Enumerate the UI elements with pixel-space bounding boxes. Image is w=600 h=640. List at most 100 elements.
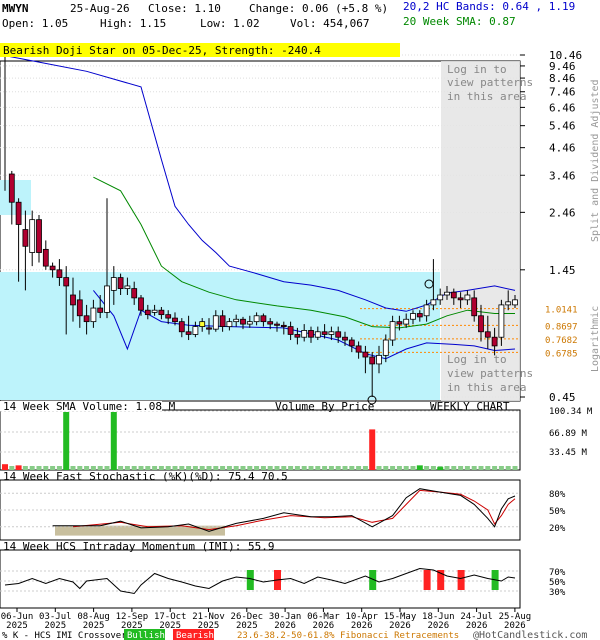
candle-body [498, 304, 505, 338]
candle-body [212, 315, 219, 330]
candle-body [29, 219, 36, 253]
volume-bar [383, 466, 389, 470]
volume-bar [349, 466, 355, 470]
volume-bar [342, 466, 348, 470]
volume-tick-label: 100.34 M [549, 407, 593, 417]
candle-body [314, 331, 321, 338]
imi-tick-label: 70% [549, 568, 566, 578]
stoch-tick-label: 20% [549, 524, 566, 534]
volume-spike [110, 412, 117, 470]
date-tick-year: 2026 [351, 621, 373, 631]
candle-body [348, 339, 355, 347]
volume-tick-label: 66.89 M [549, 429, 588, 439]
candle-body [376, 354, 382, 365]
volume-bar [498, 466, 504, 470]
candle-body [178, 321, 185, 333]
date-tick-year: 2026 [274, 621, 296, 631]
date-axis: 06-Jun202503-Jul202508-Aug202512-Sep2025… [1, 608, 531, 631]
sma20-label: 20 Week SMA: 0.87 [403, 15, 516, 28]
candle-body [124, 285, 131, 289]
candle-body [335, 331, 342, 338]
volume-bar [458, 466, 464, 470]
candle-body [56, 269, 63, 278]
candle-body [246, 321, 253, 325]
candle-body [8, 173, 15, 203]
imi-tick-label: 30% [549, 588, 566, 598]
candle-body [491, 336, 498, 347]
candle-body [151, 309, 158, 313]
price-tick-label: 1.45 [549, 264, 576, 277]
header-low: Low: 1.02 [200, 17, 260, 30]
candle-body [287, 326, 294, 335]
price-tick-label: 8.46 [549, 72, 576, 85]
header-high: High: 1.15 [100, 17, 166, 30]
volume-spike [369, 429, 376, 470]
volume-bar [362, 466, 368, 470]
price-tick-label: 9.46 [549, 60, 576, 73]
stoch-tick-label: 80% [549, 490, 566, 500]
candle-body [226, 321, 233, 327]
candle-body [267, 321, 274, 325]
candle-body [308, 330, 314, 338]
volume-bar [376, 466, 382, 470]
header-change: Change: 0.06 (+5.8 %) [249, 2, 388, 15]
candle-body [104, 285, 110, 313]
price-tick-label: 7.46 [549, 86, 576, 99]
volume-spike [437, 467, 444, 470]
candle-body [83, 315, 90, 323]
candle-body [240, 318, 246, 325]
date-tick-year: 2025 [236, 621, 258, 631]
header-close: Close: 1.10 [148, 2, 221, 15]
candle-body [192, 326, 199, 335]
candle-body [185, 331, 192, 335]
candle-body [233, 318, 240, 323]
login-line-1: Log in to [447, 63, 507, 76]
date-tick-year: 2025 [44, 621, 66, 631]
pattern-banner-text: Bearish Doji Star on 05-Dec-25, Strength… [3, 44, 321, 57]
candle-body [382, 339, 389, 356]
candle-body [294, 334, 301, 338]
candle-body [63, 277, 70, 287]
candle-body [219, 315, 226, 327]
candle-body [301, 330, 308, 338]
candle-body [90, 307, 97, 323]
candle-body [512, 299, 518, 306]
candle-body [369, 356, 376, 365]
volume-bar [464, 466, 470, 470]
imi-crossover-bar [457, 570, 465, 590]
sma-volume-label: 14 Week SMA Volume: 1.08 M [3, 400, 176, 413]
candle-body [138, 297, 144, 311]
candle-body [76, 299, 83, 317]
candle-body [389, 321, 396, 341]
price-tick-label: 2.46 [549, 206, 576, 219]
candle-body [49, 265, 56, 271]
candle-body [260, 315, 267, 323]
volume-bar [322, 466, 328, 470]
volume-bar [403, 466, 409, 470]
volume-spike [63, 412, 70, 470]
log-label: Logarithmic [590, 306, 600, 372]
price-tick-label: 4.46 [549, 142, 576, 155]
volume-bar [485, 466, 491, 470]
volume-bar [451, 466, 457, 470]
volume-bar [308, 466, 314, 470]
stoch-tick-label: 50% [549, 507, 566, 517]
fib-label: 0.6785 [545, 349, 578, 359]
volume-bar [424, 466, 430, 470]
candle-body [36, 219, 42, 253]
candle-body [478, 315, 484, 333]
volume-bar [288, 466, 294, 470]
date-tick-year: 2025 [83, 621, 105, 631]
volume-bar [356, 466, 362, 470]
bearish-legend-text: Bearish [176, 631, 214, 640]
candle-body [457, 297, 464, 301]
candle-body [430, 299, 437, 306]
candle-body [110, 277, 117, 291]
candle-body [22, 229, 29, 247]
candle-body [403, 318, 410, 325]
login-line-5: view patterns [447, 367, 533, 380]
candle-body [362, 351, 369, 358]
price-tick-label: 3.46 [549, 169, 576, 182]
candle-body [342, 336, 348, 341]
candle-body [70, 294, 76, 306]
